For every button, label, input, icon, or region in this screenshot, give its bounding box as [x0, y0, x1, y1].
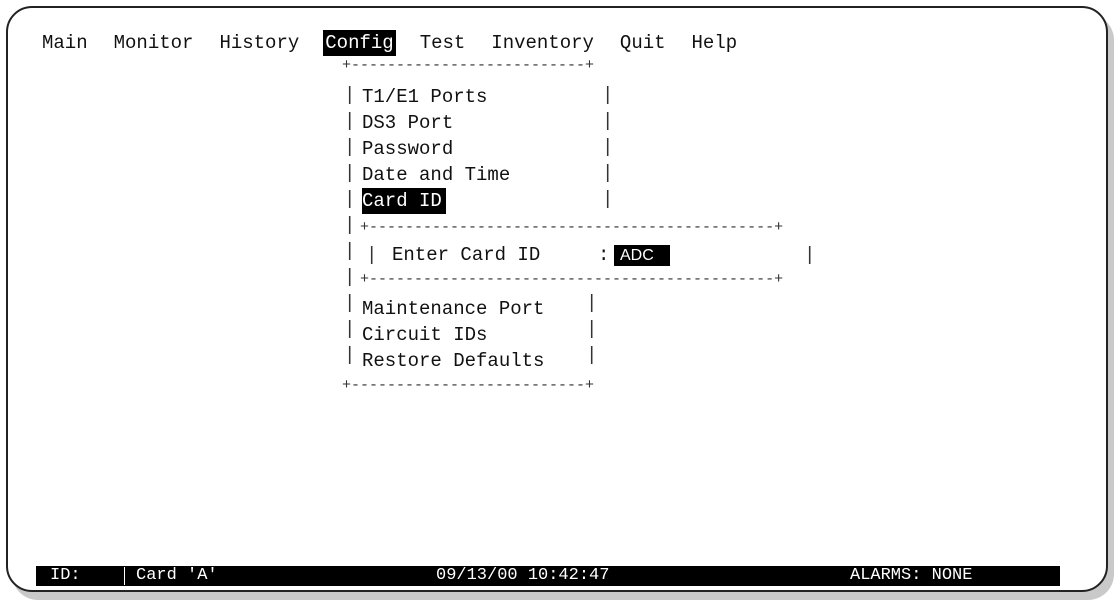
status-card: Card 'A' — [136, 566, 218, 585]
menu-monitor[interactable]: Monitor — [112, 30, 196, 56]
card-id-separator: : — [598, 244, 610, 266]
menu-item-t1e1-ports[interactable]: T1/E1 Ports — [362, 84, 487, 110]
status-datetime: 09/13/00 10:42:47 — [436, 566, 610, 585]
menu-history[interactable]: History — [217, 30, 301, 56]
menu-config[interactable]: Config — [323, 30, 396, 56]
dialog-top-border: +---------------------------------------… — [360, 219, 784, 236]
status-separator — [124, 567, 125, 585]
menu-quit[interactable]: Quit — [618, 30, 668, 56]
dialog-left-border: | — [366, 244, 378, 266]
menu-item-card-id[interactable]: Card ID — [362, 188, 446, 214]
menu-item-date-and-time[interactable]: Date and Time — [362, 162, 510, 188]
dropdown-top-border: +--------------------------+ — [342, 57, 595, 74]
menu-item-maintenance-port[interactable]: Maintenance Port — [362, 296, 544, 322]
menu-main[interactable]: Main — [40, 30, 90, 56]
status-id-label: ID: — [50, 566, 81, 585]
terminal-frame — [6, 6, 1108, 592]
card-id-input[interactable]: ADC — [614, 245, 670, 266]
dialog-right-border: | — [804, 244, 816, 266]
dropdown-right-border-lower: | | | — [586, 292, 598, 366]
status-alarms: ALARMS: NONE — [850, 566, 973, 585]
menu-item-password[interactable]: Password — [362, 136, 453, 162]
dialog-bottom-border: +---------------------------------------… — [360, 271, 784, 288]
menu-inventory[interactable]: Inventory — [489, 30, 596, 56]
menu-bar: Main Monitor History Config Test Invento… — [40, 30, 739, 56]
menu-item-ds3-port[interactable]: DS3 Port — [362, 110, 453, 136]
card-id-label: Enter Card ID — [392, 244, 541, 266]
dropdown-left-border: | | | | | | | | | | | — [344, 84, 356, 366]
menu-help[interactable]: Help — [690, 30, 740, 56]
menu-item-circuit-ids[interactable]: Circuit IDs — [362, 322, 487, 348]
dropdown-bottom-border: +--------------------------+ — [342, 377, 595, 394]
menu-item-restore-defaults[interactable]: Restore Defaults — [362, 348, 544, 374]
menu-test[interactable]: Test — [418, 30, 468, 56]
dropdown-right-border-upper: | | | | | — [602, 84, 614, 210]
status-bar: ID: Card 'A' 09/13/00 10:42:47 ALARMS: N… — [36, 566, 1060, 586]
